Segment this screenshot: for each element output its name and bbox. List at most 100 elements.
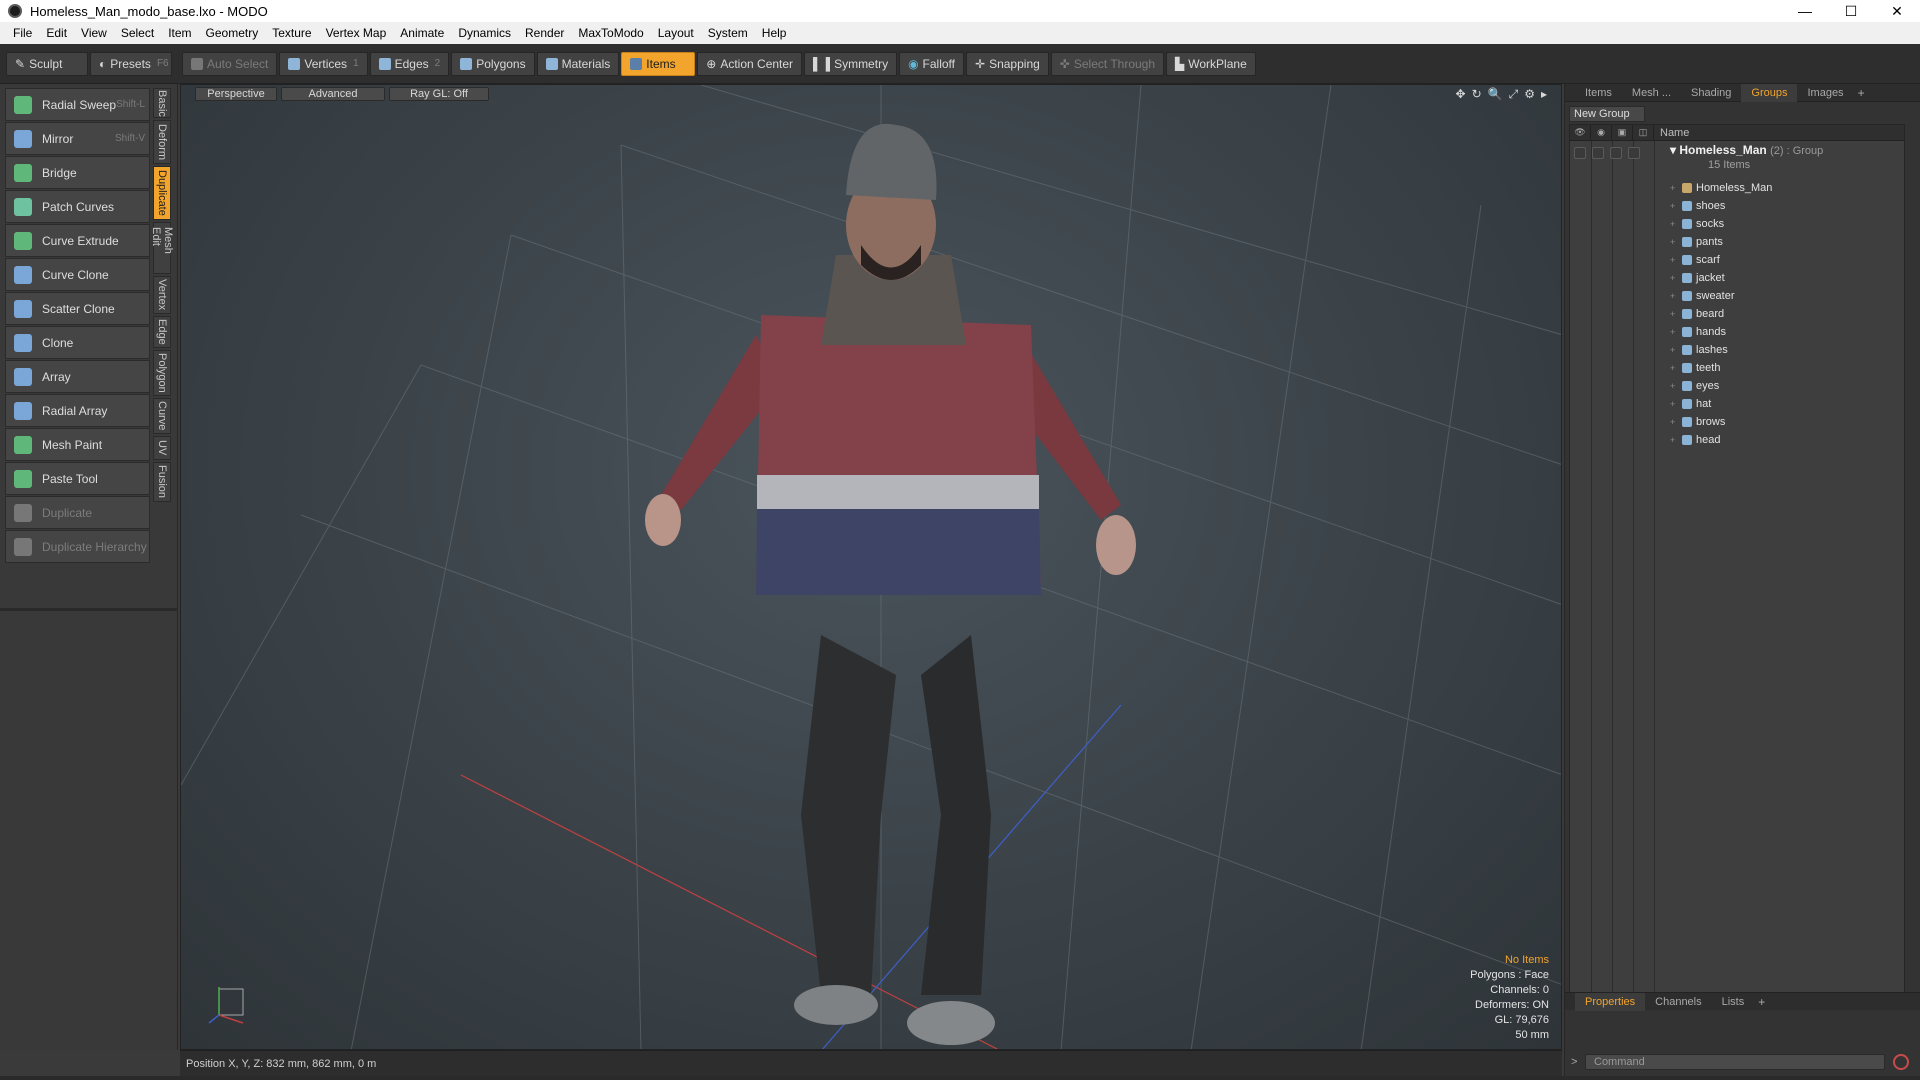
advanced-tab[interactable]: Advanced [281,87,385,101]
workplane-button[interactable]: ▙ WorkPlane [1166,51,1256,76]
tab-items[interactable]: Items [1575,84,1622,102]
expand-icon[interactable]: + [1670,327,1682,337]
expand-icon[interactable]: + [1670,201,1682,211]
expand-icon[interactable]: + [1670,381,1682,391]
menu-geometry[interactable]: Geometry [199,26,266,40]
tool-array[interactable]: Array [5,360,150,393]
select-through-button[interactable]: ✜ Select Through [1050,51,1165,76]
menu-select[interactable]: Select [114,26,161,40]
vtab-edge[interactable]: Edge [153,316,171,348]
tree-item[interactable]: + Homeless_Man [1654,179,1772,197]
expand-icon[interactable]: + [1670,345,1682,355]
render-column-icon[interactable]: ◉ [1591,124,1612,141]
tree-item[interactable]: + sweater [1654,287,1735,305]
tree-item[interactable]: + teeth [1654,359,1720,377]
edges-button[interactable]: Edges 2 [369,51,450,76]
tab-images[interactable]: Images [1797,84,1853,102]
tree-item[interactable]: + jacket [1654,269,1725,287]
select-column-icon[interactable]: ◫ [1633,124,1654,141]
snapping-button[interactable]: ✛ Snapping [966,51,1049,76]
menu-view[interactable]: View [74,26,114,40]
expand-icon[interactable]: + [1670,435,1682,445]
tool-clone[interactable]: Clone [5,326,150,359]
expand-icon[interactable]: + [1670,309,1682,319]
tab-shading[interactable]: Shading [1681,84,1741,102]
tab-properties[interactable]: Properties [1575,992,1646,1011]
menu-edit[interactable]: Edit [39,26,74,40]
menu-animate[interactable]: Animate [393,26,451,40]
raygl-tab[interactable]: Ray GL: Off [389,87,489,101]
perspective-tab[interactable]: Perspective [195,87,277,101]
expand-icon[interactable]: + [1670,255,1682,265]
expand-icon[interactable]: + [1670,183,1682,193]
expand-icon[interactable]: + [1670,363,1682,373]
pan-icon[interactable]: ✥ [1456,87,1466,102]
vtab-basic[interactable]: Basic [153,88,171,118]
vtab-polygon[interactable]: Polygon [153,350,171,396]
symmetry-button[interactable]: ▌▐ Symmetry [804,51,898,76]
lock-column-icon[interactable]: ▣ [1612,124,1633,141]
materials-button[interactable]: Materials [536,51,620,76]
tree-item[interactable]: + scarf [1654,251,1720,269]
menu-dynamics[interactable]: Dynamics [451,26,518,40]
new-group-button[interactable]: New Group [1569,106,1645,122]
tab-groups[interactable]: Groups [1741,83,1798,102]
tool-radial-array[interactable]: Radial Array [5,394,150,427]
tool-duplicate[interactable]: Duplicate [5,496,150,529]
vtab-vertex[interactable]: Vertex [153,276,171,314]
falloff-button[interactable]: ◉ Falloff [899,51,965,76]
viewport-settings-icon[interactable]: ⚙ [1524,87,1535,102]
tool-mesh-paint[interactable]: Mesh Paint [5,428,150,461]
group-render-toggle[interactable] [1592,147,1604,159]
menu-system[interactable]: System [701,26,755,40]
menu-help[interactable]: Help [755,26,794,40]
vtab-deform[interactable]: Deform [153,120,171,164]
tool-scatter-clone[interactable]: Scatter Clone [5,292,150,325]
vtab-curve[interactable]: Curve [153,398,171,434]
group-visibility-toggle[interactable] [1574,147,1586,159]
zoom-icon[interactable]: 🔍 [1488,87,1503,102]
menu-layout[interactable]: Layout [651,26,701,40]
tool-paste-tool[interactable]: Paste Tool [5,462,150,495]
menu-texture[interactable]: Texture [265,26,318,40]
vtab-uv[interactable]: UV [153,436,171,460]
tree-item[interactable]: + beard [1654,305,1724,323]
tool-mirror[interactable]: Mirror Shift-V [5,122,150,155]
command-record-icon[interactable] [1893,1054,1909,1070]
tool-curve-extrude[interactable]: Curve Extrude [5,224,150,257]
tool-bridge[interactable]: Bridge [5,156,150,189]
vtab-duplicate[interactable]: Duplicate [153,166,171,220]
add-properties-tab-icon[interactable]: + [1758,995,1765,1009]
tree-item[interactable]: + socks [1654,215,1724,233]
add-tab-icon[interactable]: + [1858,86,1865,100]
presets-button[interactable]: ◐ Presets F6 [90,51,172,76]
menu-file[interactable]: File [6,26,39,40]
auto-select-button[interactable]: Auto Select [182,51,278,76]
group-row[interactable]: ▾ Homeless_Man (2) : Group [1670,143,1823,157]
tree-item[interactable]: + head [1654,431,1720,449]
tool-patch-curves[interactable]: Patch Curves [5,190,150,223]
expand-icon[interactable]: + [1670,417,1682,427]
tab-mesh[interactable]: Mesh ... [1622,84,1681,102]
sculpt-button[interactable]: ✎ Sculpt [6,51,88,76]
expand-icon[interactable]: + [1670,291,1682,301]
tool-curve-clone[interactable]: Curve Clone [5,258,150,291]
tree-item[interactable]: + brows [1654,413,1725,431]
tree-item[interactable]: + lashes [1654,341,1728,359]
menu-vertex-map[interactable]: Vertex Map [319,26,394,40]
maximize-viewport-icon[interactable]: ⤢ [1509,87,1519,102]
menu-item[interactable]: Item [161,26,198,40]
tab-lists[interactable]: Lists [1712,993,1755,1011]
rotate-icon[interactable]: ↻ [1472,87,1482,102]
vtab-mesh-edit[interactable]: Mesh Edit [150,222,174,274]
menu-maxtomodo[interactable]: MaxToModo [571,26,650,40]
viewport-expand-icon[interactable]: ▸ [1541,87,1547,102]
group-select-toggle[interactable] [1628,147,1640,159]
visibility-column-icon[interactable]: 👁 [1570,124,1591,141]
tool-duplicate-hierarchy[interactable]: Duplicate Hierarchy [5,530,150,563]
tree-item[interactable]: + shoes [1654,197,1725,215]
minimize-button[interactable]: — [1782,0,1828,22]
tree-item[interactable]: + eyes [1654,377,1719,395]
tree-item[interactable]: + hands [1654,323,1726,341]
close-button[interactable]: ✕ [1874,0,1920,22]
